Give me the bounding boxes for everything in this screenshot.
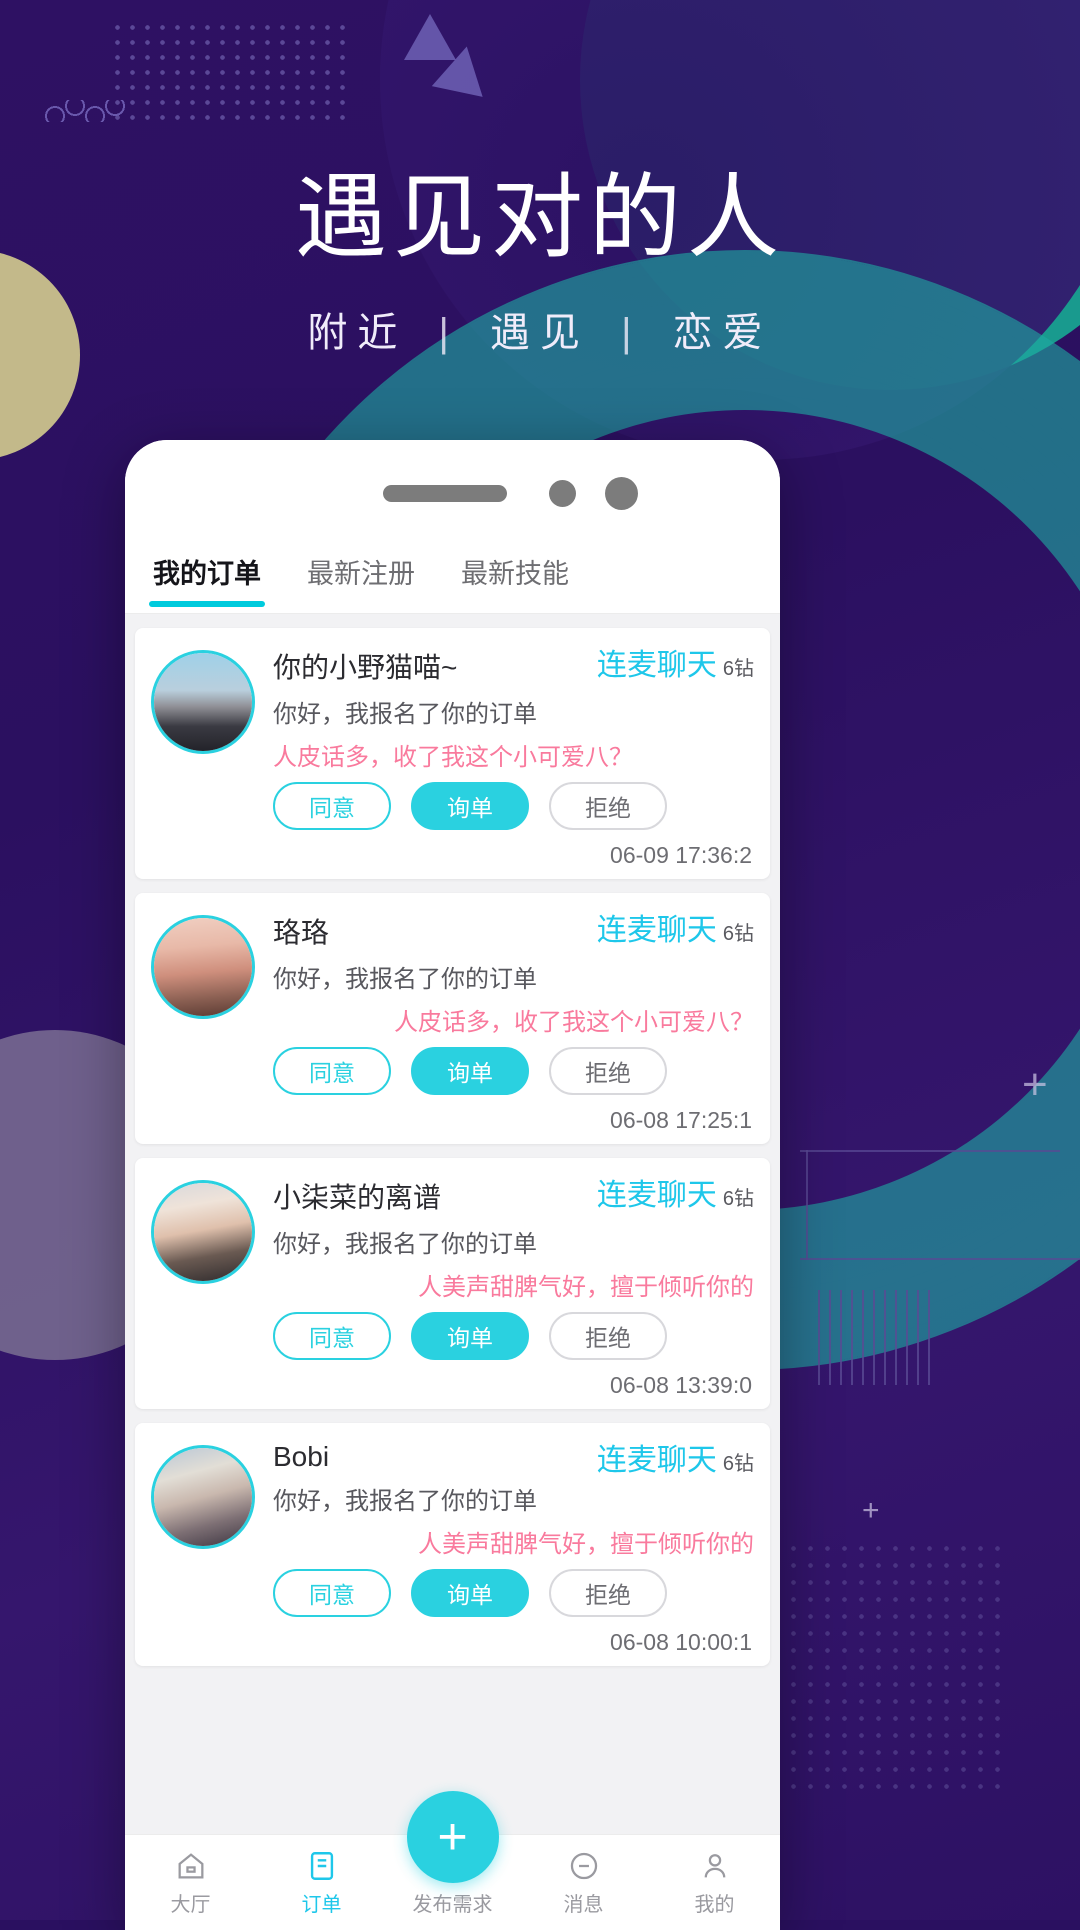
publish-fab-button[interactable]: + [406,1791,499,1883]
nav-item-profile[interactable]: 我的 [649,1849,780,1917]
phone-camera-large [605,477,638,510]
agree-button[interactable]: 同意 [273,1047,391,1095]
agree-button[interactable]: 同意 [273,1312,391,1360]
line-decoration-2 [800,1258,1080,1260]
agree-button[interactable]: 同意 [273,782,391,830]
nav-label-orders: 订单 [301,1893,342,1916]
phone-mockup: 我的订单 最新注册 最新技能 连麦聊天 6钻 你的小野猫喵~ 你好，我报名了你的 [125,440,780,1930]
tab-bar: 我的订单 最新注册 最新技能 [125,532,780,614]
price-label: 6钻 [722,658,754,680]
order-card[interactable]: 连麦聊天 6钻 小柒菜的离谱 你好，我报名了你的订单 人美声甜脾气好，擅于倾听你… [135,1158,770,1409]
nav-item-hall[interactable]: 大厅 [125,1849,256,1917]
order-list[interactable]: 连麦聊天 6钻 你的小野猫喵~ 你好，我报名了你的订单 人皮话多，收了我这个小可… [125,614,780,1834]
plus-decoration-1: + [1022,1060,1048,1109]
person-icon [704,1853,725,1877]
agree-button[interactable]: 同意 [273,1569,391,1617]
reject-button[interactable]: 拒绝 [549,782,667,830]
order-message: 你好，我报名了你的订单 [273,701,537,728]
phone-speaker [383,485,507,502]
nav-item-publish[interactable]: + 发布需求 [387,1791,518,1917]
timestamp: 06-08 17:25:1 [610,1107,752,1133]
avatar[interactable] [151,915,255,1019]
order-card[interactable]: 连麦聊天 6钻 你的小野猫喵~ 你好，我报名了你的订单 人皮话多，收了我这个小可… [135,628,770,879]
avatar[interactable] [151,1445,255,1549]
service-info: 连麦聊天 6钻 [597,905,754,949]
order-card[interactable]: 连麦聊天 6钻 珞珞 你好，我报名了你的订单 人皮话多，收了我这个小可爱八？ 同… [135,893,770,1144]
hero-title: 遇见对的人 [294,167,785,269]
ask-button[interactable]: 询单 [411,782,529,830]
message-icon [570,1852,597,1879]
avatar[interactable] [151,1180,255,1284]
action-buttons: 同意 询单 拒绝 [273,1569,754,1617]
avatar[interactable] [151,650,255,754]
hero-subtitle-part-2: 恋爱 [672,311,773,355]
order-message: 你好，我报名了你的订单 [273,1231,537,1258]
hero-subtitle-separator-0: | [438,311,459,355]
avatar-image [154,918,252,1016]
tab-newest-skills[interactable]: 最新技能 [455,536,575,609]
line-decoration-3 [806,1150,808,1260]
nav-label-publish: 发布需求 [412,1894,493,1916]
action-buttons: 同意 询单 拒绝 [273,1312,754,1360]
user-tagline: 人美声甜脾气好，擅于倾听你的 [418,1531,754,1558]
user-tagline: 人皮话多，收了我这个小可爱八？ [273,744,633,771]
wave-decoration [45,100,165,122]
avatar-image [154,1183,252,1281]
order-message: 你好，我报名了你的订单 [273,966,537,993]
tab-my-orders[interactable]: 我的订单 [147,536,267,609]
timestamp: 06-08 10:00:1 [610,1629,752,1655]
ask-button[interactable]: 询单 [411,1312,529,1360]
price-label: 6钻 [722,1453,754,1475]
tab-newest-registered[interactable]: 最新注册 [301,536,421,609]
reject-button[interactable]: 拒绝 [549,1047,667,1095]
ask-button[interactable]: 询单 [411,1047,529,1095]
ask-button[interactable]: 询单 [411,1569,529,1617]
vertical-bars-decoration [818,1290,938,1385]
service-info: 连麦聊天 6钻 [597,1435,754,1479]
nav-label-messages: 消息 [563,1893,604,1916]
line-decoration-1 [800,1150,1060,1152]
action-buttons: 同意 询单 拒绝 [273,782,754,830]
hero-subtitle-part-0: 附近 [307,311,408,355]
order-card[interactable]: 连麦聊天 6钻 Bobi 你好，我报名了你的订单 人美声甜脾气好，擅于倾听你的 … [135,1423,770,1666]
hero-subtitle-separator-1: | [621,311,642,355]
bottom-navigation: 大厅 订单 + 发布需求 消息 我的 [125,1791,780,1930]
price-label: 6钻 [722,923,754,945]
user-tagline: 人皮话多，收了我这个小可爱八？ [394,1009,754,1036]
timestamp: 06-09 17:36:2 [610,842,752,868]
service-label: 连麦聊天 [596,649,717,682]
service-info: 连麦聊天 6钻 [597,640,754,684]
timestamp: 06-08 13:39:0 [610,1372,752,1398]
price-label: 6钻 [722,1188,754,1210]
plus-decoration-2: + [862,1494,880,1527]
reject-button[interactable]: 拒绝 [549,1569,667,1617]
order-message: 你好，我报名了你的订单 [273,1488,537,1515]
home-icon [178,1852,203,1878]
service-label: 连麦聊天 [596,1179,717,1212]
phone-camera-small [549,480,576,507]
nav-item-orders[interactable]: 订单 [256,1849,387,1917]
avatar-image [154,653,252,751]
nav-item-messages[interactable]: 消息 [518,1849,649,1917]
nav-label-profile: 我的 [694,1893,735,1916]
user-tagline: 人美声甜脾气好，擅于倾听你的 [418,1274,754,1301]
order-icon [310,1851,333,1880]
reject-button[interactable]: 拒绝 [549,1312,667,1360]
service-label: 连麦聊天 [596,914,717,947]
avatar-image [154,1448,252,1546]
phone-screen: 我的订单 最新注册 最新技能 连麦聊天 6钻 你的小野猫喵~ 你好，我报名了你的 [125,532,780,1930]
service-info: 连麦聊天 6钻 [597,1170,754,1214]
hero-subtitle-part-1: 遇见 [490,311,590,355]
action-buttons: 同意 询单 拒绝 [273,1047,754,1095]
hero-subtitle: 附近 | 遇见 | 恋爱 [0,300,1080,358]
service-label: 连麦聊天 [596,1444,717,1477]
nav-label-hall: 大厅 [170,1893,211,1916]
